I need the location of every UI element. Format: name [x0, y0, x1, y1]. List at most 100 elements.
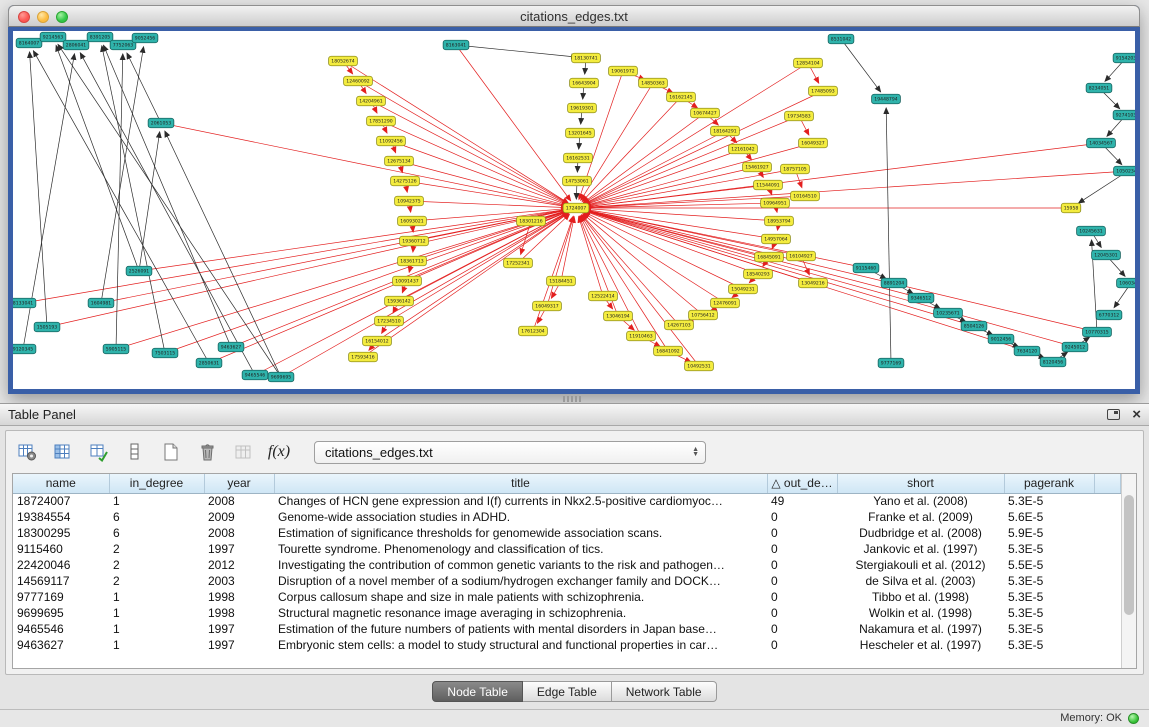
- graph-node[interactable]: 12675134: [385, 156, 414, 166]
- table-selector-combo[interactable]: citations_edges.txt ▲▼: [314, 441, 706, 464]
- graph-node[interactable]: 9699695: [268, 372, 294, 382]
- graph-node[interactable]: 16845091: [755, 252, 784, 262]
- import-table-icon[interactable]: [86, 439, 112, 465]
- graph-node[interactable]: 16049317: [533, 301, 562, 311]
- table-row[interactable]: 1830029562008Estimation of significance …: [13, 525, 1121, 541]
- graph-node[interactable]: 8504126: [961, 321, 987, 331]
- graph-node[interactable]: 14034567: [1087, 138, 1116, 148]
- close-button[interactable]: [18, 11, 30, 23]
- zoom-button[interactable]: [56, 11, 68, 23]
- graph-node[interactable]: 13046194: [604, 311, 633, 321]
- graph-node[interactable]: 14204961: [357, 96, 386, 106]
- graph-node[interactable]: 10502341: [1114, 166, 1135, 176]
- table-row[interactable]: 2242004622012Investigating the contribut…: [13, 557, 1121, 573]
- graph-node[interactable]: 18540293: [744, 269, 773, 279]
- graph-node[interactable]: 2061053: [148, 118, 174, 128]
- graph-node[interactable]: 10235671: [934, 308, 963, 318]
- graph-node[interactable]: 1604981: [88, 298, 114, 308]
- graph-node[interactable]: 17234510: [375, 316, 404, 326]
- network-canvas[interactable]: 1724007180526741246009214204961178512901…: [9, 27, 1139, 393]
- table-row[interactable]: 1872400712008Changes of HCN gene express…: [13, 493, 1121, 509]
- citation-network-graph[interactable]: 1724007180526741246009214204961178512901…: [13, 31, 1135, 389]
- graph-node[interactable]: 19448794: [872, 94, 901, 104]
- graph-node[interactable]: 10492531: [685, 361, 714, 371]
- graph-node[interactable]: 18301216: [517, 216, 546, 226]
- graph-node[interactable]: 16162145: [667, 92, 696, 102]
- graph-node[interactable]: 18164291: [711, 126, 740, 136]
- graph-node[interactable]: 19360712: [400, 236, 429, 246]
- table-row[interactable]: 911546021997Tourette syndrome. Phenomeno…: [13, 541, 1121, 557]
- tab-network-table[interactable]: Network Table: [612, 681, 717, 702]
- function-builder-icon[interactable]: f(x): [266, 439, 292, 465]
- close-panel-icon[interactable]: ×: [1132, 407, 1141, 422]
- graph-node[interactable]: 15184451: [547, 276, 576, 286]
- column-visibility-icon[interactable]: [50, 439, 76, 465]
- graph-node[interactable]: 7634120: [1014, 346, 1040, 356]
- graph-node[interactable]: 19061972: [609, 66, 638, 76]
- graph-node[interactable]: 16104927: [787, 251, 816, 261]
- graph-node[interactable]: 10756412: [689, 310, 718, 320]
- graph-node[interactable]: 2806041: [63, 40, 89, 50]
- graph-node[interactable]: 11092456: [377, 136, 406, 146]
- table-scrollbar[interactable]: [1121, 474, 1136, 668]
- table-row[interactable]: 1456911722003Disruption of a novel membe…: [13, 573, 1121, 589]
- delete-table-icon[interactable]: [194, 439, 220, 465]
- graph-node[interactable]: 9115460: [853, 263, 879, 273]
- graph-node[interactable]: 18757105: [781, 164, 810, 174]
- graph-node[interactable]: 17612304: [519, 326, 548, 336]
- tab-node-table[interactable]: Node Table: [432, 681, 523, 702]
- graph-node[interactable]: 9012456: [988, 334, 1014, 344]
- graph-node[interactable]: 12161042: [729, 144, 758, 154]
- graph-node[interactable]: 10091437: [393, 276, 422, 286]
- graph-node[interactable]: 14267103: [665, 320, 694, 330]
- graph-node[interactable]: 14275126: [391, 176, 420, 186]
- graph-node[interactable]: 8164007: [16, 38, 42, 48]
- column-header[interactable]: year: [204, 474, 274, 493]
- graph-node[interactable]: 7503115: [152, 348, 178, 358]
- graph-node[interactable]: 12460092: [344, 76, 373, 86]
- graph-node[interactable]: 13201645: [566, 128, 595, 138]
- graph-node[interactable]: 12522414: [589, 291, 618, 301]
- graph-node[interactable]: 9463627: [218, 342, 244, 352]
- import-disabled-icon[interactable]: [230, 439, 256, 465]
- column-header[interactable]: short: [837, 474, 1004, 493]
- graph-node[interactable]: 17593416: [349, 352, 378, 362]
- graph-node[interactable]: 16643904: [570, 78, 599, 88]
- graph-node[interactable]: 12854104: [794, 58, 823, 68]
- column-header[interactable]: △ out_de…: [767, 474, 837, 493]
- graph-node[interactable]: 19734583: [785, 111, 814, 121]
- graph-node[interactable]: 10770315: [1083, 327, 1112, 337]
- graph-node[interactable]: 12045301: [1092, 250, 1121, 260]
- graph-node[interactable]: 12476091: [711, 298, 740, 308]
- table-row[interactable]: 1938455462009Genome-wide association stu…: [13, 509, 1121, 525]
- graph-node[interactable]: 15049231: [729, 284, 758, 294]
- table-row[interactable]: 969969511998Structural magnetic resonanc…: [13, 605, 1121, 621]
- graph-node[interactable]: 10942375: [395, 196, 424, 206]
- graph-node[interactable]: 6770312: [1096, 310, 1122, 320]
- graph-node[interactable]: 19619301: [568, 103, 597, 113]
- graph-node[interactable]: 16049327: [799, 138, 828, 148]
- table-settings-icon[interactable]: [14, 439, 40, 465]
- graph-node[interactable]: 18953794: [765, 216, 794, 226]
- graph-node[interactable]: 16093021: [398, 216, 427, 226]
- scrollbar-thumb[interactable]: [1124, 495, 1134, 615]
- graph-node[interactable]: 2850631: [196, 358, 222, 368]
- graph-node[interactable]: 15936142: [385, 296, 414, 306]
- window-titlebar[interactable]: citations_edges.txt: [8, 5, 1140, 27]
- graph-node[interactable]: 18130741: [572, 53, 601, 63]
- graph-node[interactable]: 9154203: [1113, 53, 1135, 63]
- column-header[interactable]: title: [274, 474, 767, 493]
- graph-node[interactable]: 9120345: [13, 344, 36, 354]
- graph-node[interactable]: 14957064: [762, 234, 791, 244]
- graph-node[interactable]: 11910463: [627, 331, 656, 341]
- float-panel-icon[interactable]: [1107, 409, 1120, 420]
- graph-node[interactable]: 14850363: [639, 78, 668, 88]
- row-height-icon[interactable]: [122, 439, 148, 465]
- column-header[interactable]: pagerank: [1004, 474, 1094, 493]
- graph-node[interactable]: 9274103: [1113, 110, 1135, 120]
- graph-node[interactable]: 16841092: [654, 346, 683, 356]
- graph-node[interactable]: 16162531: [564, 153, 593, 163]
- graph-node[interactable]: 10245631: [1077, 226, 1106, 236]
- graph-node[interactable]: 11544091: [754, 180, 783, 190]
- minimize-button[interactable]: [37, 11, 49, 23]
